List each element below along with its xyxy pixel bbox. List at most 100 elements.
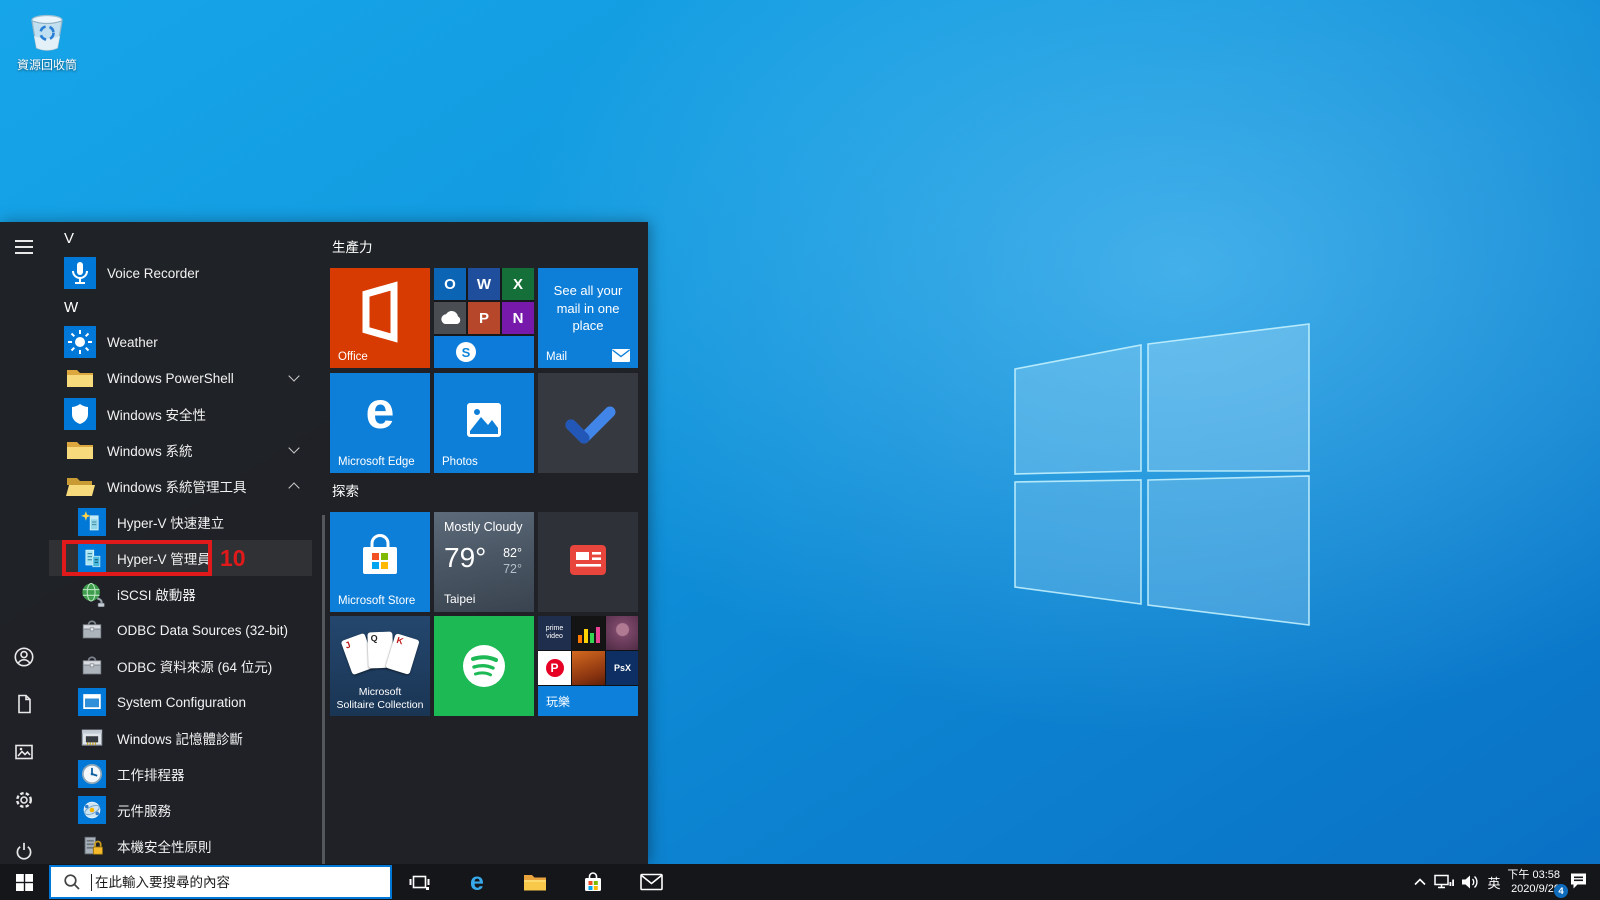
powerpoint-icon[interactable]: P (468, 302, 500, 334)
weather-low: 72° (503, 562, 522, 576)
game-thumbnail-icon[interactable] (606, 616, 638, 650)
taskbar-search-box[interactable] (49, 865, 392, 899)
task-view-button[interactable] (397, 864, 441, 900)
section-header-v: V (64, 222, 104, 255)
app-label: Windows 系統 (107, 440, 193, 460)
clock-icon (78, 760, 106, 788)
voice-recorder-icon (64, 257, 96, 289)
edge-logo-icon: e (330, 381, 430, 441)
word-icon[interactable]: W (468, 268, 500, 300)
tile-label: Office (338, 351, 368, 363)
app-hyperv-quick-create[interactable]: Hyper-V 快速建立 (48, 504, 312, 540)
app-label: Windows PowerShell (107, 371, 234, 386)
store-icon (581, 871, 605, 893)
tile-to-do[interactable] (538, 373, 638, 473)
app-windows-powershell[interactable]: Windows PowerShell (48, 360, 312, 396)
tray-volume[interactable] (1458, 871, 1482, 893)
outlook-icon[interactable]: O (434, 268, 466, 300)
folder-icon (64, 362, 96, 394)
app-windows-security[interactable]: Windows 安全性 (48, 396, 312, 432)
tray-expand-chevron[interactable] (1408, 871, 1432, 893)
app-list-scrollbar[interactable] (322, 515, 325, 895)
pinterest-icon[interactable]: P (538, 651, 571, 685)
tile-office[interactable]: Office (330, 268, 430, 368)
hyperv-quick-create-icon (78, 508, 106, 536)
tile-solitaire[interactable]: J Q K Microsoft Solitaire Collection (330, 616, 430, 716)
tile-play-group[interactable]: prime video P PsX 玩樂 (538, 616, 638, 716)
app-label: ODBC Data Sources (32-bit) (117, 623, 288, 638)
excel-icon[interactable]: X (502, 268, 534, 300)
start-menu-rail (0, 222, 48, 864)
tile-label: 玩樂 (546, 693, 570, 710)
edge-icon: e (470, 870, 484, 895)
pictures-icon[interactable] (13, 741, 35, 763)
app-component-services[interactable]: 元件服務 (48, 792, 312, 828)
section-header-w: W (64, 291, 104, 324)
music-equalizer-icon[interactable] (572, 616, 605, 650)
weather-high: 82° (503, 546, 522, 560)
chevron-down-icon[interactable] (288, 370, 299, 381)
app-label: iSCSI 啟動器 (117, 584, 196, 604)
action-center-button[interactable] (1566, 869, 1590, 891)
tile-news[interactable] (538, 512, 638, 612)
tile-office-apps-group[interactable]: O W X P N S (434, 268, 534, 368)
app-windows-system[interactable]: Windows 系統 (48, 432, 312, 468)
search-input[interactable] (95, 875, 365, 890)
taskbar: e 英 下午 03:58 2020/9/29 (0, 864, 1600, 900)
taskbar-store-button[interactable] (571, 864, 615, 900)
app-label: 本機安全性原則 (117, 836, 212, 856)
documents-icon[interactable] (13, 693, 35, 715)
recycle-bin[interactable]: 資源回收筒 (8, 6, 86, 73)
tray-network[interactable] (1433, 871, 1457, 893)
spotify-logo-icon (434, 616, 534, 716)
app-windows-admin-tools[interactable]: Windows 系統管理工具 (48, 468, 312, 504)
weather-sun-icon (64, 326, 96, 358)
hyperv-manager-icon (78, 544, 106, 572)
tile-mail[interactable]: See all your mail in one place Mail (538, 268, 638, 368)
onedrive-icon[interactable] (434, 302, 466, 334)
app-odbc-64[interactable]: ODBC 資料來源 (64 位元) (48, 648, 312, 684)
app-local-security-policy[interactable]: 本機安全性原則 (48, 828, 312, 864)
app-odbc-32[interactable]: ODBC Data Sources (32-bit) (48, 612, 312, 648)
menu-hamburger-icon[interactable] (13, 236, 35, 258)
odbc-toolbox-icon (78, 652, 106, 680)
app-label: Windows 系統管理工具 (107, 476, 247, 496)
app-label: System Configuration (117, 695, 246, 710)
app-system-configuration[interactable]: System Configuration (48, 684, 312, 720)
tile-spotify[interactable] (434, 616, 534, 716)
onenote-icon[interactable]: N (502, 302, 534, 334)
tile-photos[interactable]: Photos (434, 373, 534, 473)
app-label: Voice Recorder (107, 266, 199, 281)
taskbar-edge-button[interactable]: e (455, 864, 499, 900)
chevron-up-icon[interactable] (288, 482, 299, 493)
app-label: 工作排程器 (117, 764, 185, 784)
tray-clock[interactable]: 下午 03:58 2020/9/29 (1496, 868, 1560, 896)
app-iscsi-initiator[interactable]: iSCSI 啟動器 (48, 576, 312, 612)
taskbar-mail-button[interactable] (629, 864, 673, 900)
prime-video-icon[interactable]: prime video (538, 616, 571, 650)
psx-icon[interactable]: PsX (606, 651, 638, 685)
tile-label: Mail (546, 351, 567, 363)
settings-gear-icon[interactable] (13, 789, 35, 811)
app-hyperv-manager[interactable]: Hyper-V 管理員 (48, 540, 312, 576)
chevron-down-icon[interactable] (288, 442, 299, 453)
app-weather[interactable]: Weather (48, 324, 312, 360)
mail-live-text: See all your mail in one place (548, 282, 628, 335)
tile-weather-live[interactable]: Mostly Cloudy 79° 82° 72° Taipei (434, 512, 534, 612)
clock-date: 2020/9/29 (1496, 882, 1560, 896)
skype-icon[interactable]: S (434, 336, 534, 368)
system-configuration-icon (78, 688, 106, 716)
tile-microsoft-edge[interactable]: e Microsoft Edge (330, 373, 430, 473)
taskbar-file-explorer-button[interactable] (513, 864, 557, 900)
app-memory-diagnostic[interactable]: Windows 記憶體診斷 (48, 720, 312, 756)
start-button[interactable] (0, 864, 48, 900)
power-icon[interactable] (13, 840, 35, 862)
user-account-icon[interactable] (13, 646, 35, 668)
app-voice-recorder[interactable]: Voice Recorder (48, 255, 312, 291)
app-task-scheduler[interactable]: 工作排程器 (48, 756, 312, 792)
network-icon (1434, 873, 1456, 891)
tile-microsoft-store[interactable]: Microsoft Store (330, 512, 430, 612)
mail-icon (640, 873, 663, 891)
tile-label: Microsoft Store (338, 595, 415, 607)
game-thumbnail-icon[interactable] (572, 651, 605, 685)
